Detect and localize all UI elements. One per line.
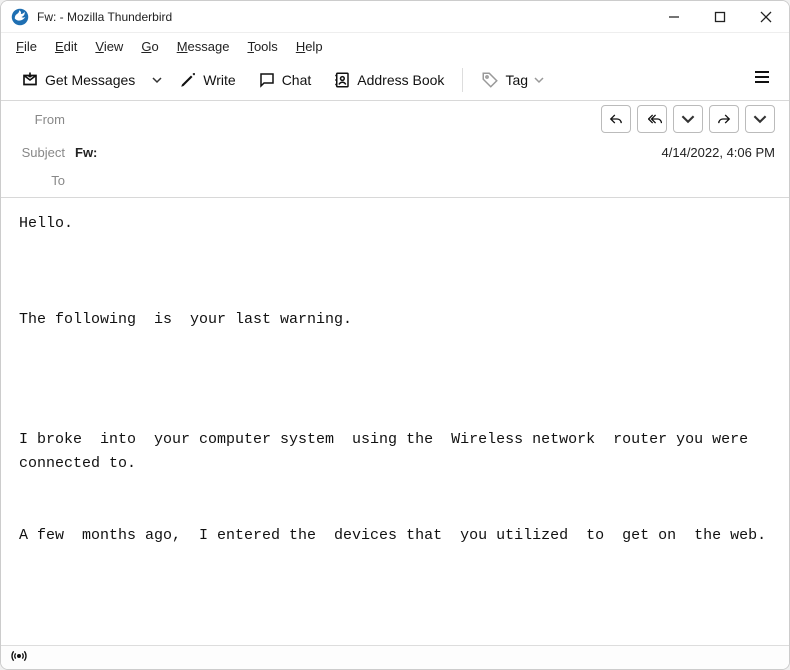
message-body-container: Hello. The following is your last warnin… <box>1 198 789 645</box>
to-label: To <box>15 173 65 188</box>
chevron-down-icon <box>534 75 544 85</box>
toolbar-separator <box>462 68 463 92</box>
menu-go[interactable]: Go <box>134 36 165 57</box>
get-messages-label: Get Messages <box>45 72 135 88</box>
from-row: From <box>1 101 789 137</box>
menu-help[interactable]: Help <box>289 36 330 57</box>
chat-button[interactable]: Chat <box>248 65 322 95</box>
menubar: FileEditViewGoMessageToolsHelp <box>1 33 789 59</box>
tag-button[interactable]: Tag <box>471 65 554 95</box>
close-button[interactable] <box>743 1 789 33</box>
address-book-label: Address Book <box>357 72 444 88</box>
reply-all-dropdown[interactable] <box>673 105 703 133</box>
menu-edit[interactable]: Edit <box>48 36 84 57</box>
message-date: 4/14/2022, 4:06 PM <box>662 145 775 160</box>
subject-value: Fw: <box>75 145 652 160</box>
tag-icon <box>481 71 499 89</box>
forward-dropdown[interactable] <box>745 105 775 133</box>
online-icon[interactable] <box>11 648 27 667</box>
to-row: To <box>1 167 789 197</box>
app-menu-button[interactable] <box>745 65 779 95</box>
reply-button[interactable] <box>601 105 631 133</box>
write-label: Write <box>203 72 235 88</box>
menu-view[interactable]: View <box>88 36 130 57</box>
get-messages-dropdown[interactable] <box>147 65 167 95</box>
message-header: From Subject Fw: 4/14/2022, 4:06 PM To <box>1 101 789 198</box>
reply-button-group <box>601 105 775 133</box>
minimize-button[interactable] <box>651 1 697 33</box>
pencil-icon <box>179 71 197 89</box>
get-messages-button[interactable]: Get Messages <box>11 65 145 95</box>
chat-label: Chat <box>282 72 312 88</box>
write-button[interactable]: Write <box>169 65 245 95</box>
message-body-scroll[interactable]: Hello. The following is your last warnin… <box>1 198 789 645</box>
tag-label: Tag <box>505 72 528 88</box>
menu-file[interactable]: File <box>9 36 44 57</box>
menu-message[interactable]: Message <box>170 36 237 57</box>
address-book-icon <box>333 71 351 89</box>
menu-tools[interactable]: Tools <box>240 36 284 57</box>
forward-button[interactable] <box>709 105 739 133</box>
subject-label: Subject <box>15 145 65 160</box>
app-window: Fw: - Mozilla Thunderbird FileEditViewGo… <box>0 0 790 670</box>
from-label: From <box>15 112 65 127</box>
message-body-text: Hello. The following is your last warnin… <box>19 212 771 645</box>
statusbar <box>1 645 789 669</box>
toolbar: Get Messages Write Chat Address Book Tag <box>1 59 789 101</box>
chat-icon <box>258 71 276 89</box>
download-icon <box>21 71 39 89</box>
titlebar: Fw: - Mozilla Thunderbird <box>1 1 789 33</box>
thunderbird-icon <box>11 8 29 26</box>
reply-all-button[interactable] <box>637 105 667 133</box>
hamburger-icon <box>753 68 771 91</box>
window-title: Fw: - Mozilla Thunderbird <box>37 10 651 24</box>
maximize-button[interactable] <box>697 1 743 33</box>
subject-row: Subject Fw: 4/14/2022, 4:06 PM <box>1 137 789 167</box>
address-book-button[interactable]: Address Book <box>323 65 454 95</box>
